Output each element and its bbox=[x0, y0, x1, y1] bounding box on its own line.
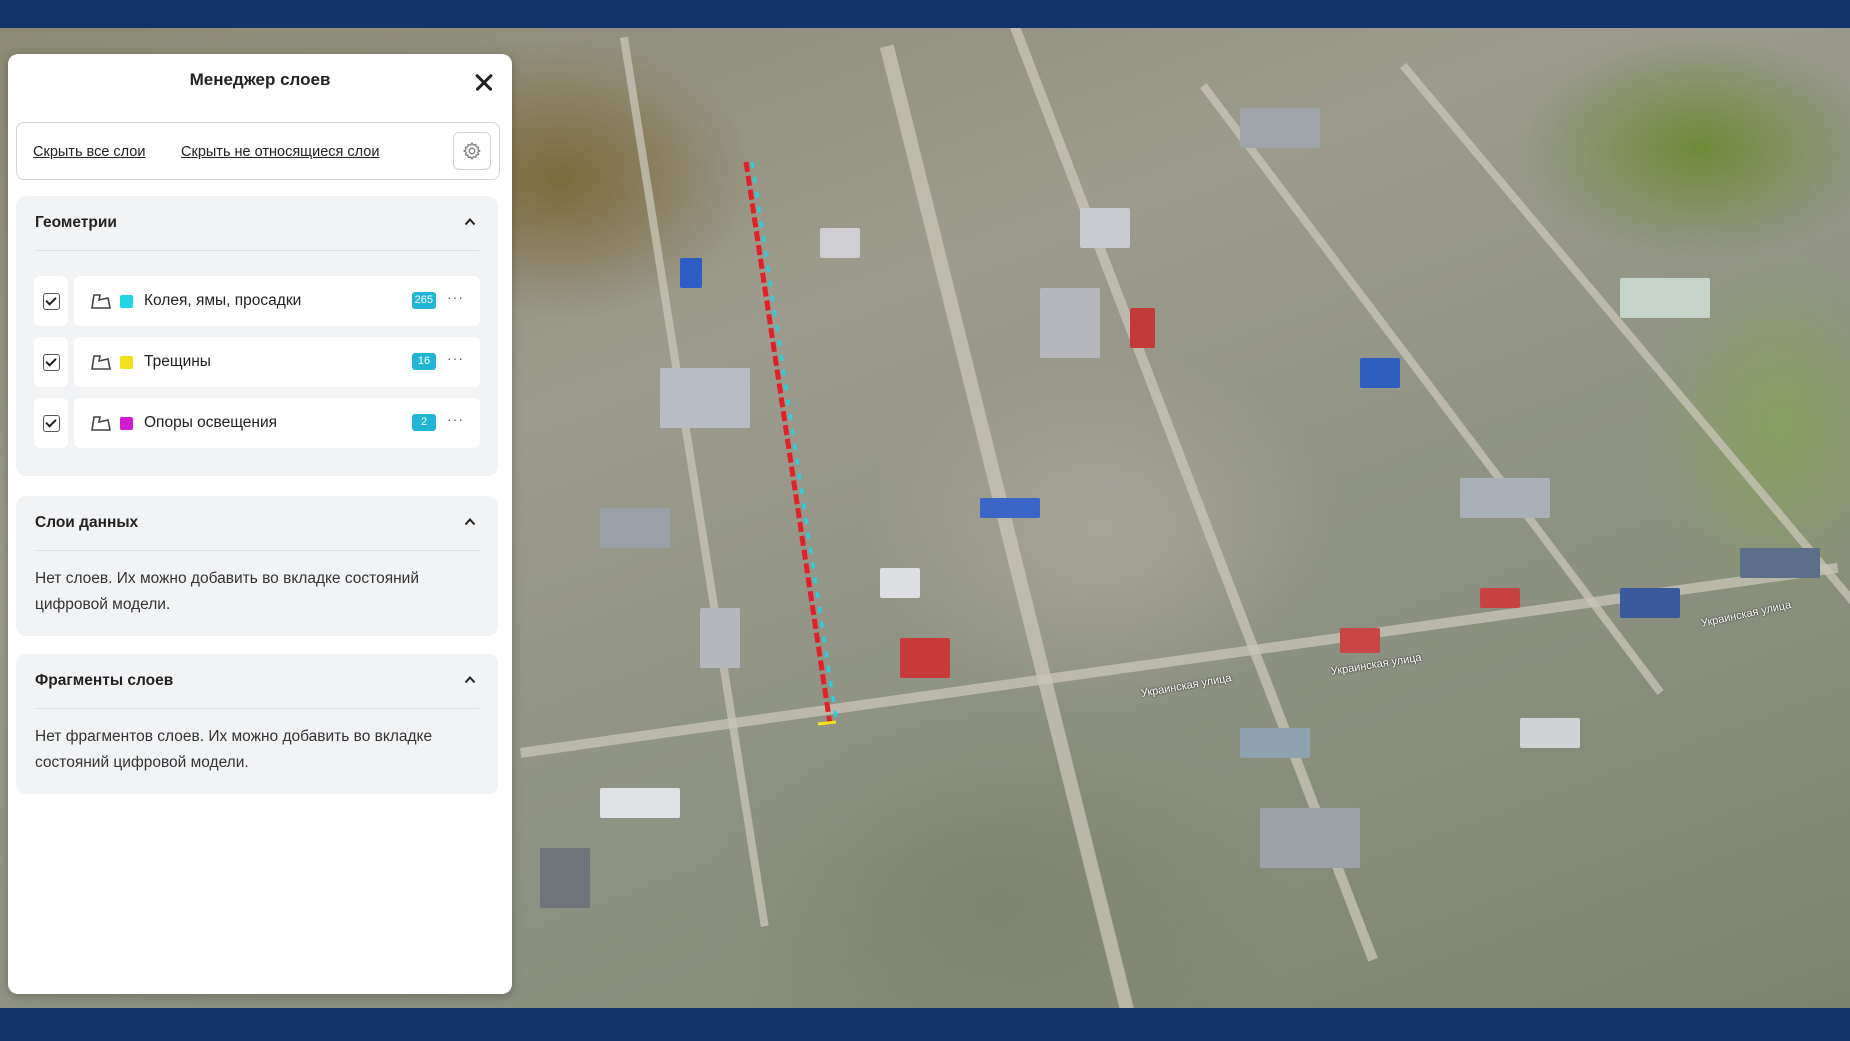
layer-color-swatch bbox=[120, 295, 133, 308]
more-dots-icon[interactable]: ··· bbox=[447, 411, 464, 427]
hide-unrelated-layers-link[interactable]: Скрыть не относящиеся слои bbox=[181, 144, 379, 160]
layer-item[interactable]: Колея, ямы, просадки 265 ··· bbox=[74, 276, 480, 326]
fragments-section: Фрагменты слоев Нет фрагментов слоев. Их… bbox=[16, 654, 498, 794]
layer-manager-panel: Менеджер слоев Скрыть все слои Скрыть не… bbox=[8, 54, 512, 994]
panel-title: Менеджер слоев bbox=[189, 70, 331, 89]
section-divider bbox=[35, 250, 479, 251]
checkbox-checked-icon bbox=[42, 353, 60, 371]
layer-visibility-checkbox[interactable] bbox=[34, 398, 68, 448]
layer-label: Трещины bbox=[144, 353, 211, 370]
layer-row: Опоры освещения 2 ··· bbox=[34, 398, 480, 448]
polygon-icon bbox=[91, 355, 111, 370]
layer-item[interactable]: Опоры освещения 2 ··· bbox=[74, 398, 480, 448]
polygon-icon bbox=[91, 294, 111, 309]
layer-label: Опоры освещения bbox=[144, 414, 277, 431]
layer-visibility-checkbox[interactable] bbox=[34, 337, 68, 387]
layer-color-swatch bbox=[120, 417, 133, 430]
layer-row: Колея, ямы, просадки 265 ··· bbox=[34, 276, 480, 326]
layer-count-badge: 265 bbox=[411, 292, 436, 309]
fragments-section-title: Фрагменты слоев bbox=[35, 672, 174, 689]
gear-icon bbox=[463, 142, 481, 160]
geometry-section-title: Геометрии bbox=[35, 214, 117, 231]
chevron-up-icon[interactable] bbox=[464, 674, 476, 686]
more-dots-icon[interactable]: ··· bbox=[447, 350, 464, 366]
data-layers-empty-text: Нет слоев. Их можно добавить во вкладке … bbox=[35, 570, 419, 613]
layer-count-badge: 16 bbox=[412, 353, 436, 370]
hide-all-layers-link[interactable]: Скрыть все слои bbox=[33, 144, 145, 160]
data-layers-section: Слои данных Нет слоев. Их можно добавить… bbox=[16, 496, 498, 636]
layer-label: Колея, ямы, просадки bbox=[144, 292, 302, 309]
geometry-section: Геометрии Колея, ямы, просадки 265 ··· Т… bbox=[16, 196, 498, 476]
data-layers-section-header[interactable]: Слои данных bbox=[16, 496, 498, 550]
layer-item[interactable]: Трещины 16 ··· bbox=[74, 337, 480, 387]
panel-header: Менеджер слоев bbox=[8, 54, 512, 110]
close-icon[interactable] bbox=[470, 68, 498, 96]
geometry-section-header[interactable]: Геометрии bbox=[16, 196, 498, 250]
settings-button[interactable] bbox=[453, 132, 491, 170]
checkbox-checked-icon bbox=[42, 414, 60, 432]
section-divider bbox=[35, 708, 479, 709]
more-dots-icon[interactable]: ··· bbox=[447, 289, 464, 305]
checkbox-checked-icon bbox=[42, 292, 60, 310]
layer-toolbar: Скрыть все слои Скрыть не относящиеся сл… bbox=[16, 122, 500, 180]
layer-row: Трещины 16 ··· bbox=[34, 337, 480, 387]
fragments-section-header[interactable]: Фрагменты слоев bbox=[16, 654, 498, 708]
section-divider bbox=[35, 550, 479, 551]
fragments-empty-text: Нет фрагментов слоев. Их можно добавить … bbox=[35, 728, 433, 771]
layer-visibility-checkbox[interactable] bbox=[34, 276, 68, 326]
chevron-up-icon[interactable] bbox=[464, 516, 476, 528]
data-layers-section-title: Слои данных bbox=[35, 514, 139, 531]
layer-color-swatch bbox=[120, 356, 133, 369]
chevron-up-icon[interactable] bbox=[464, 216, 476, 228]
layer-count-badge: 2 bbox=[412, 414, 436, 431]
polygon-icon bbox=[91, 416, 111, 431]
